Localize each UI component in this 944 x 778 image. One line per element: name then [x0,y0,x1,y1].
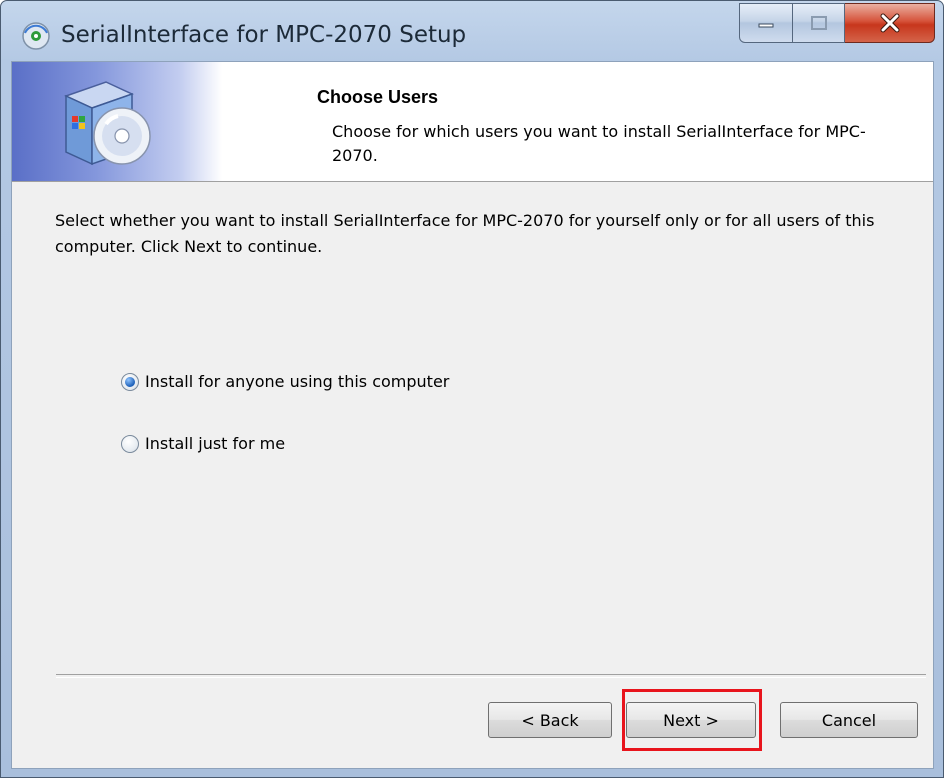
close-button[interactable] [845,3,935,43]
radio-button-selected[interactable] [121,372,139,391]
header-divider [12,181,933,182]
close-icon [880,13,899,33]
radio-option-just-me[interactable]: Install just for me [121,434,285,453]
maximize-icon [810,16,827,30]
installer-app-icon [22,22,50,50]
next-button-highlight [622,689,762,751]
radio-dot-icon [125,376,135,387]
radio-option-anyone[interactable]: Install for anyone using this computer [121,372,449,391]
radio-label-just-me: Install just for me [145,434,286,453]
back-button[interactable]: < Back [488,702,612,738]
minimize-icon [758,23,774,28]
window-title: SerialInterface for MPC-2070 Setup [61,22,467,48]
page-subtitle: Choose for which users you want to insta… [332,122,866,165]
wizard-client-area: Choose Users Choose for which users you … [11,61,934,769]
setup-window: SerialInterface for MPC-2070 Setup Choos… [0,0,944,778]
software-box-cd-icon [64,81,151,166]
radio-button-unselected[interactable] [121,434,139,453]
minimize-button[interactable] [739,3,793,43]
radio-label-anyone: Install for anyone using this computer [145,372,450,391]
page-title: Choose Users [317,87,439,107]
maximize-button[interactable] [793,3,845,43]
intro-text: Select whether you want to install Seria… [55,211,875,256]
header-banner [12,62,222,181]
caption-buttons [739,3,935,43]
wizard-header: Choose Users Choose for which users you … [12,62,933,182]
title-bar[interactable]: SerialInterface for MPC-2070 Setup [1,1,943,61]
cancel-button[interactable]: Cancel [780,702,918,738]
footer-separator [56,674,926,678]
